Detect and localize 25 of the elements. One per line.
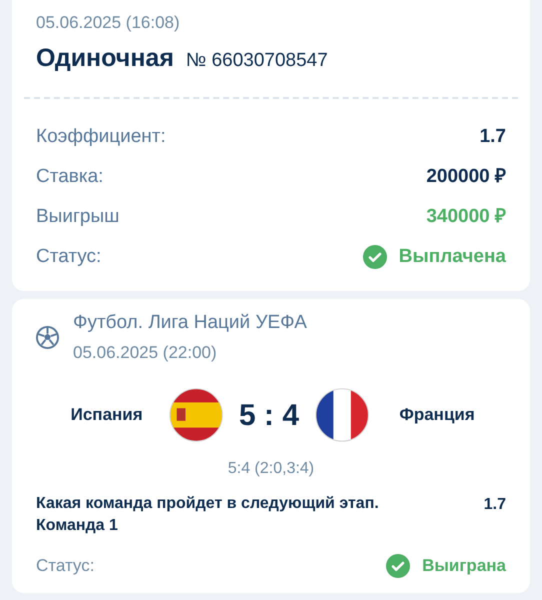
bet-number: № 66030708547: [186, 48, 328, 72]
market-odds: 1.7: [484, 495, 506, 515]
event-date: 05.06.2025 (22:00): [73, 342, 218, 364]
check-icon: [386, 554, 410, 578]
score: 5 : 4: [238, 398, 300, 434]
detail-value: 200000 ₽: [426, 164, 506, 189]
status-text: Выиграна: [422, 555, 506, 577]
detail-label: Коэффициент:: [36, 124, 166, 149]
detail-label: Статус:: [36, 244, 102, 269]
market-text: Какая команда пройдет в следующий этап. Команда 1: [36, 494, 380, 536]
soccer-ball-icon: [36, 326, 59, 348]
status-text: Выплачена: [398, 244, 506, 269]
check-icon: [362, 245, 387, 269]
detail-label: Ставка:: [36, 164, 104, 189]
detail-value: 1.7: [480, 124, 506, 149]
team-name: Испания: [70, 404, 143, 426]
status-label: Статус:: [36, 555, 94, 577]
team-name: Франция: [399, 404, 476, 426]
score-detail: 5:4 (2:0,3:4): [226, 459, 316, 479]
league-title: Футбол. Лига Наций УЕФА: [73, 311, 307, 335]
detail-label: Выигрыш: [36, 204, 120, 229]
bet-date: 05.06.2025 (16:08): [36, 12, 181, 34]
detail-value: 340000 ₽: [426, 204, 506, 229]
bet-type: Одиночная: [36, 42, 174, 74]
flag-icon: [315, 387, 370, 443]
